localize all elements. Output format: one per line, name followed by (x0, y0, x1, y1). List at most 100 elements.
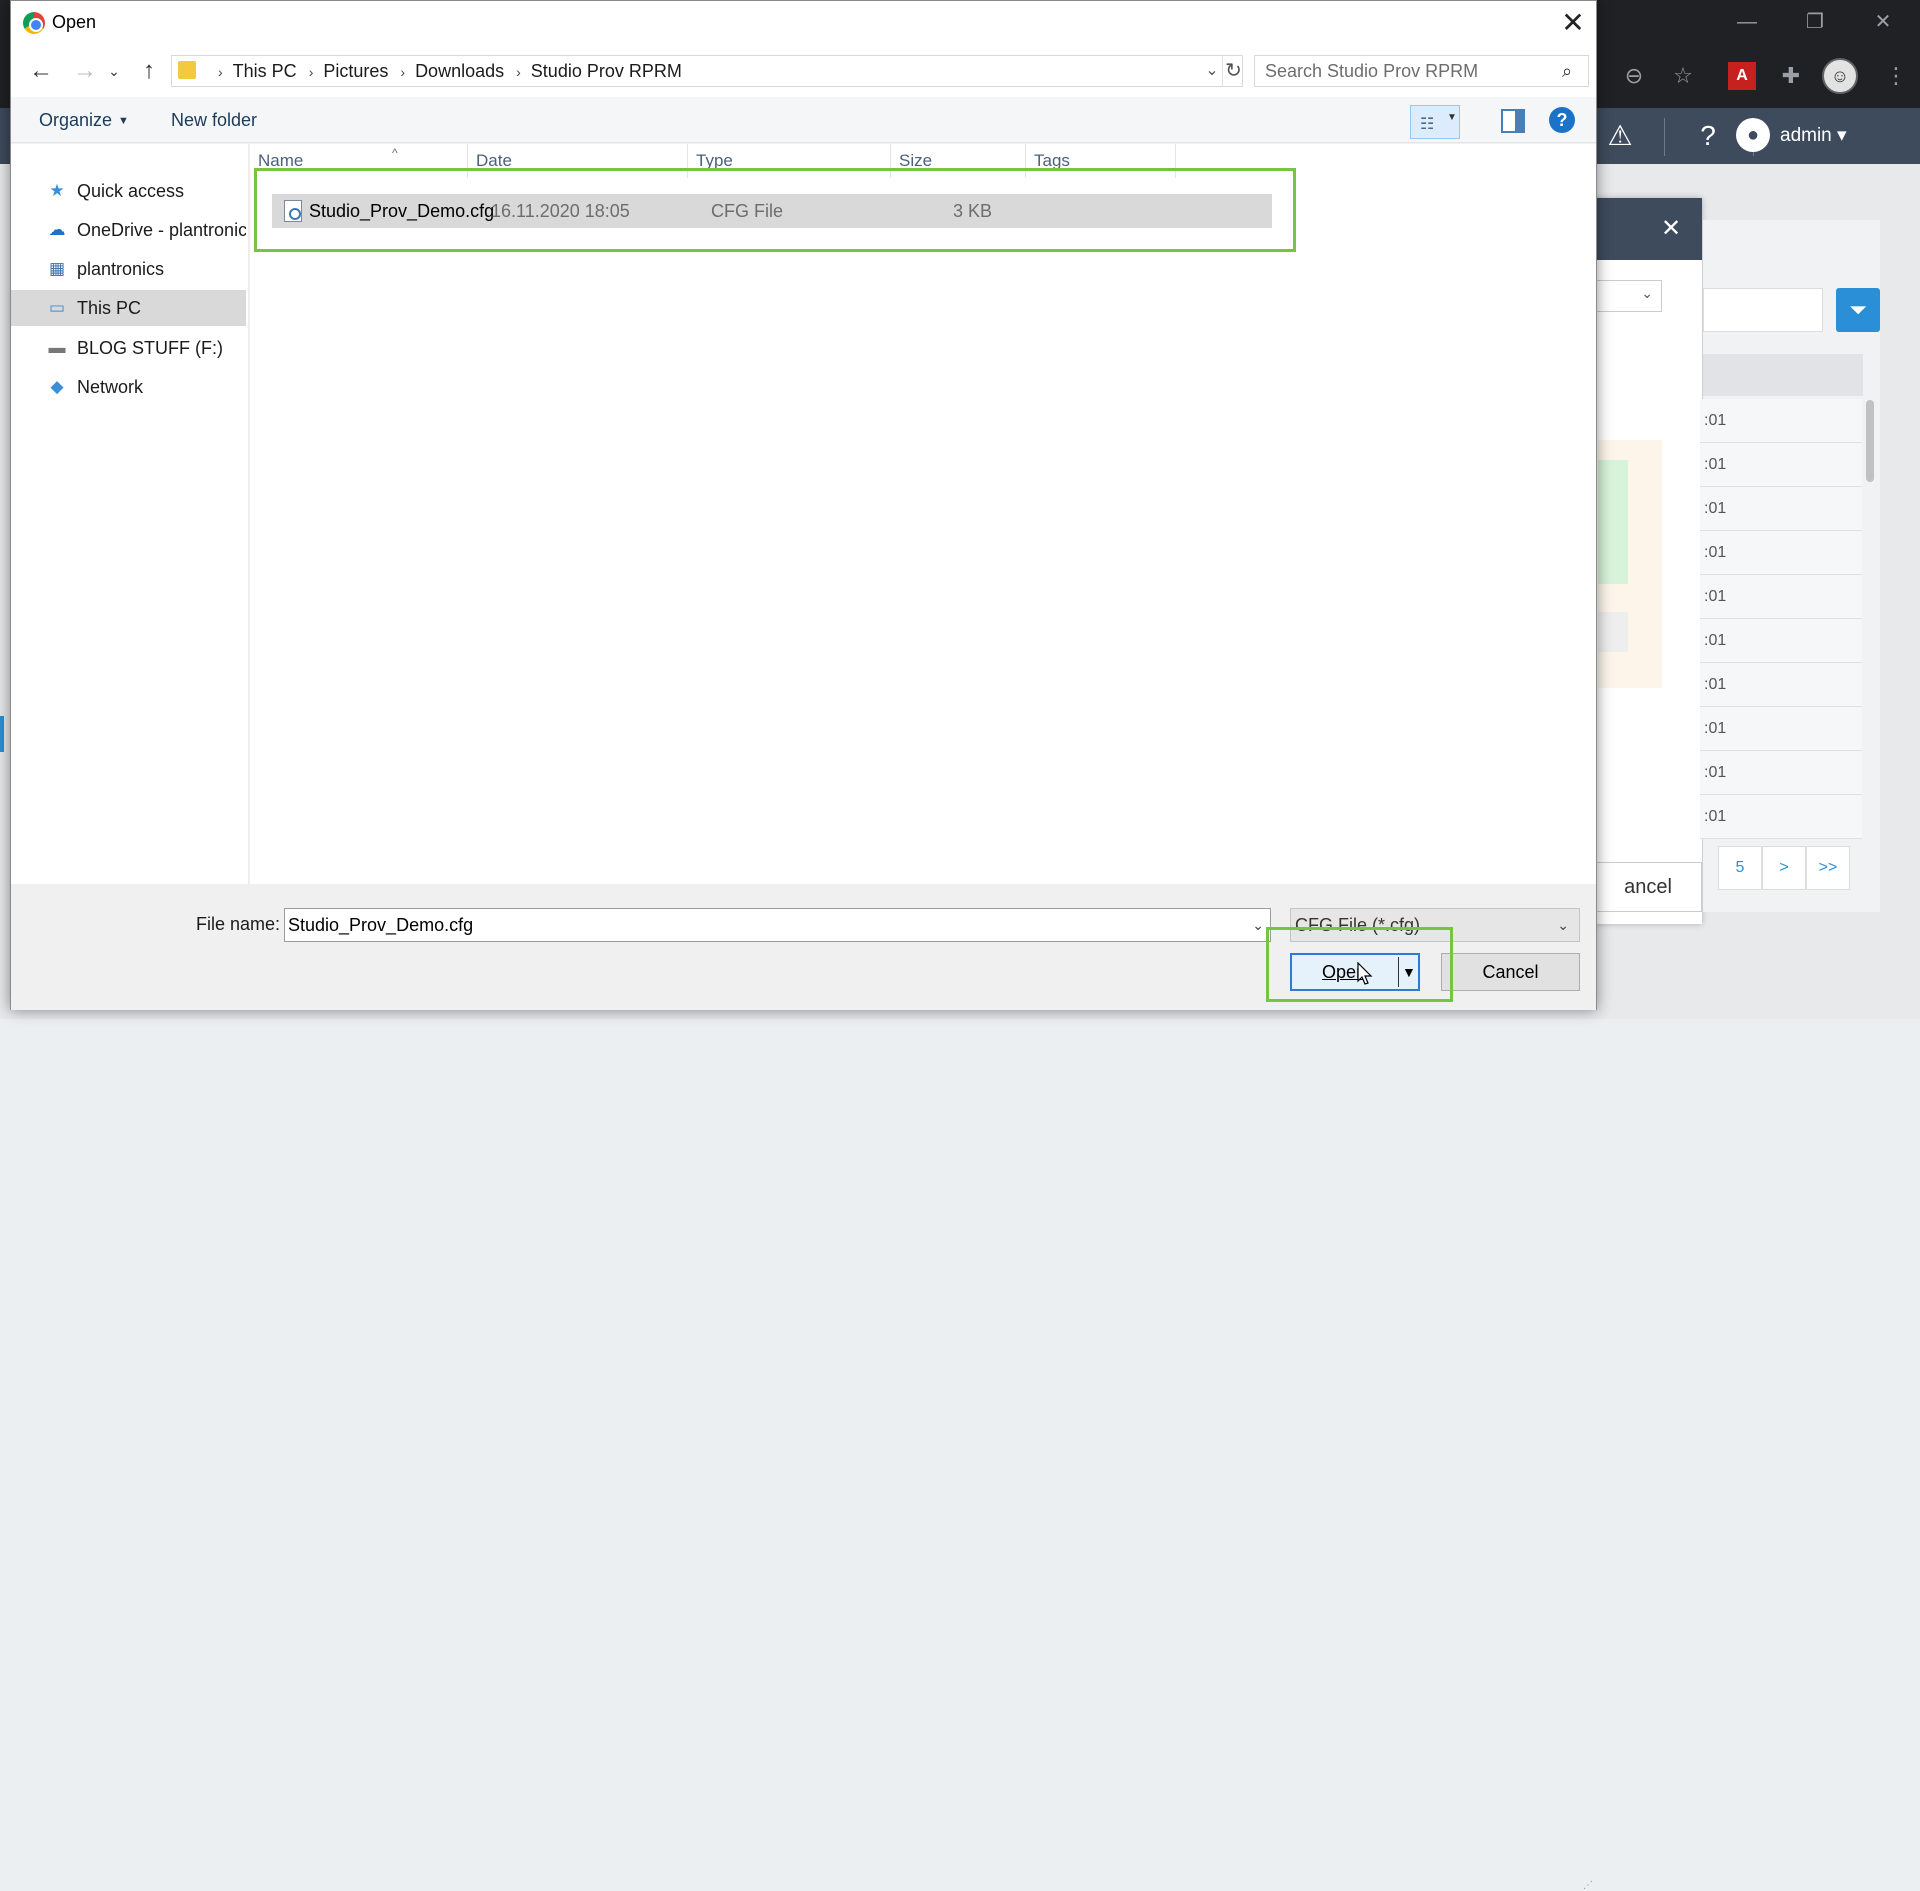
breadcrumb-item[interactable]: This PC (233, 56, 297, 86)
organize-label: Organize (39, 110, 113, 130)
breadcrumb-item[interactable]: Pictures (323, 56, 388, 86)
nav-item[interactable]: ▦ plantronics (11, 251, 246, 287)
cancel-button[interactable]: Cancel (1441, 953, 1580, 991)
breadcrumb: › This PC › Pictures › Downloads › Studio Prov … (206, 56, 682, 86)
chrome-logo-icon (23, 12, 45, 34)
background-table-row[interactable]: :01 (1700, 795, 1862, 839)
background-table-row[interactable]: :01 (1700, 399, 1862, 443)
dialog-title: Open (52, 12, 97, 32)
search-placeholder: Search Studio Prov RPRM (1265, 61, 1479, 81)
admin-label: admin (1780, 125, 1832, 146)
zoom-icon[interactable]: ⊖ (1618, 60, 1650, 92)
building-icon: ▦ (48, 259, 66, 278)
chevron-down-icon: ⌄ (1557, 917, 1569, 933)
bookmark-star-icon[interactable]: ☆ (1667, 60, 1699, 92)
folder-icon (178, 61, 196, 79)
nav-item[interactable]: ◆ Network (11, 369, 246, 405)
background-cancel-button[interactable]: ancel (1594, 862, 1702, 912)
search-icon[interactable]: ⌕ (1551, 56, 1583, 86)
open-file-dialog: Open ✕ ← → ⌄ ↑ › This PC › Pictures › Downloa… (10, 0, 1597, 1891)
pager-last[interactable]: >> (1806, 846, 1850, 890)
nav-item-label: plantronics (77, 259, 165, 279)
chevron-down-icon[interactable]: ⌄ (1252, 909, 1264, 941)
nav-item[interactable]: ▭ This PC (11, 290, 246, 326)
extensions-icon[interactable]: ✚ (1775, 60, 1807, 92)
modal-header: ✕ (1590, 198, 1702, 260)
highlight-box-file (254, 168, 1296, 252)
computer-icon: ▭ (48, 298, 66, 317)
chevron-right-icon[interactable]: › (400, 57, 405, 87)
chevron-right-icon[interactable]: › (516, 57, 521, 87)
profile-avatar[interactable]: ☺ (1822, 58, 1858, 94)
background-table-row[interactable]: :01 (1700, 531, 1862, 575)
search-input[interactable]: Search Studio Prov RPRM ⌕ (1254, 55, 1589, 87)
sort-ascending-icon: ^ (392, 146, 398, 160)
file-list: ^ Name Date Type Size Tags Studio_Prov_D… (250, 144, 1596, 884)
change-view-button[interactable]: ☷ ▼ (1410, 105, 1460, 139)
chevron-right-icon[interactable]: › (309, 57, 314, 87)
new-folder-button[interactable]: New folder (171, 97, 257, 143)
nav-item-label: This PC (77, 298, 142, 318)
refresh-icon[interactable]: ↻ (1222, 56, 1244, 86)
background-table-row[interactable]: :01 (1700, 663, 1862, 707)
recent-locations-icon[interactable]: ⌄ (103, 53, 125, 89)
network-icon: ◆ (50, 377, 64, 396)
filter-icon[interactable]: ⏷ (1836, 288, 1880, 332)
background-table-row[interactable]: :01 (1700, 443, 1862, 487)
modal-close-icon[interactable]: ✕ (1654, 212, 1688, 246)
background-scrollbar[interactable] (1866, 400, 1874, 482)
address-bar[interactable]: › This PC › Pictures › Downloads › Studio Prov … (171, 55, 1243, 87)
details-view-icon: ☷ (1420, 116, 1435, 133)
navigation-bar: ← → ⌄ ↑ › This PC › Pictures › Downloads › Stud… (11, 45, 1596, 97)
background-disabled-button (1598, 612, 1628, 652)
restore-icon[interactable]: ❐ (1790, 8, 1840, 36)
file-name-field[interactable]: Studio_Prov_Demo.cfg ⌄ (284, 908, 1271, 942)
close-icon[interactable]: ✕ (1551, 5, 1595, 41)
forward-arrow-icon[interactable]: → (67, 53, 103, 89)
pager-next[interactable]: > (1762, 846, 1806, 890)
admin-menu[interactable]: ● admin ▾ (1736, 118, 1847, 154)
nav-item[interactable]: ★ Quick access (11, 173, 246, 209)
background-table-row[interactable]: :01 (1700, 575, 1862, 619)
background-table-row[interactable]: :01 (1700, 751, 1862, 795)
minimize-icon[interactable]: — (1722, 8, 1772, 36)
nav-item[interactable]: ☁ OneDrive - plantronics (11, 212, 247, 248)
file-name-value: Studio_Prov_Demo.cfg (288, 915, 474, 935)
chevron-right-icon[interactable]: › (218, 57, 223, 87)
organize-button[interactable]: Organize ▼ (39, 97, 129, 143)
background-table-row[interactable]: :01 (1700, 487, 1862, 531)
nav-item[interactable]: ▬ BLOG STUFF (F:) (11, 330, 246, 366)
nav-item-label: Quick access (77, 181, 185, 201)
nav-item-label: OneDrive - plantronics (77, 220, 246, 240)
up-arrow-icon[interactable]: ↑ (131, 53, 167, 89)
mouse-cursor-icon (1357, 962, 1373, 985)
breadcrumb-item[interactable]: Downloads (415, 56, 504, 86)
help-circle-icon[interactable]: ? (1688, 114, 1728, 158)
background-search[interactable] (1703, 288, 1823, 332)
drive-icon: ▬ (48, 338, 66, 357)
pdf-extension-icon[interactable]: A (1728, 62, 1756, 90)
menu-icon[interactable]: ⋮ (1880, 60, 1912, 92)
star-icon: ★ (49, 181, 65, 200)
breadcrumb-item[interactable]: Studio Prov RPRM (531, 56, 682, 86)
resize-grip-icon[interactable]: ⋰ (1583, 1880, 1593, 1891)
back-arrow-icon[interactable]: ← (23, 53, 59, 89)
preview-pane-icon[interactable] (1501, 109, 1525, 133)
pager-page[interactable]: 5 (1718, 846, 1762, 890)
command-bar: Organize ▼ New folder ☷ ▼ ? (11, 97, 1596, 143)
active-indicator (0, 716, 4, 752)
nav-item-label: Network (77, 377, 144, 397)
chevron-down-icon: ⌄ (1641, 285, 1653, 301)
divider (1664, 118, 1665, 156)
background-table-row[interactable]: :01 (1700, 707, 1862, 751)
address-dropdown-icon[interactable]: ⌄ (1202, 56, 1222, 86)
help-icon[interactable]: ? (1549, 107, 1575, 133)
user-icon: ● (1736, 118, 1770, 152)
background-cancel-label: ancel (1624, 876, 1672, 898)
background-table-row[interactable]: :01 (1700, 619, 1862, 663)
warning-icon[interactable]: ⚠ (1600, 114, 1640, 158)
cloud-icon: ☁ (48, 220, 66, 239)
dialog-titlebar: Open ✕ (11, 1, 1596, 45)
file-name-label: File name: (196, 914, 281, 934)
window-close-icon[interactable]: ✕ (1858, 8, 1908, 36)
